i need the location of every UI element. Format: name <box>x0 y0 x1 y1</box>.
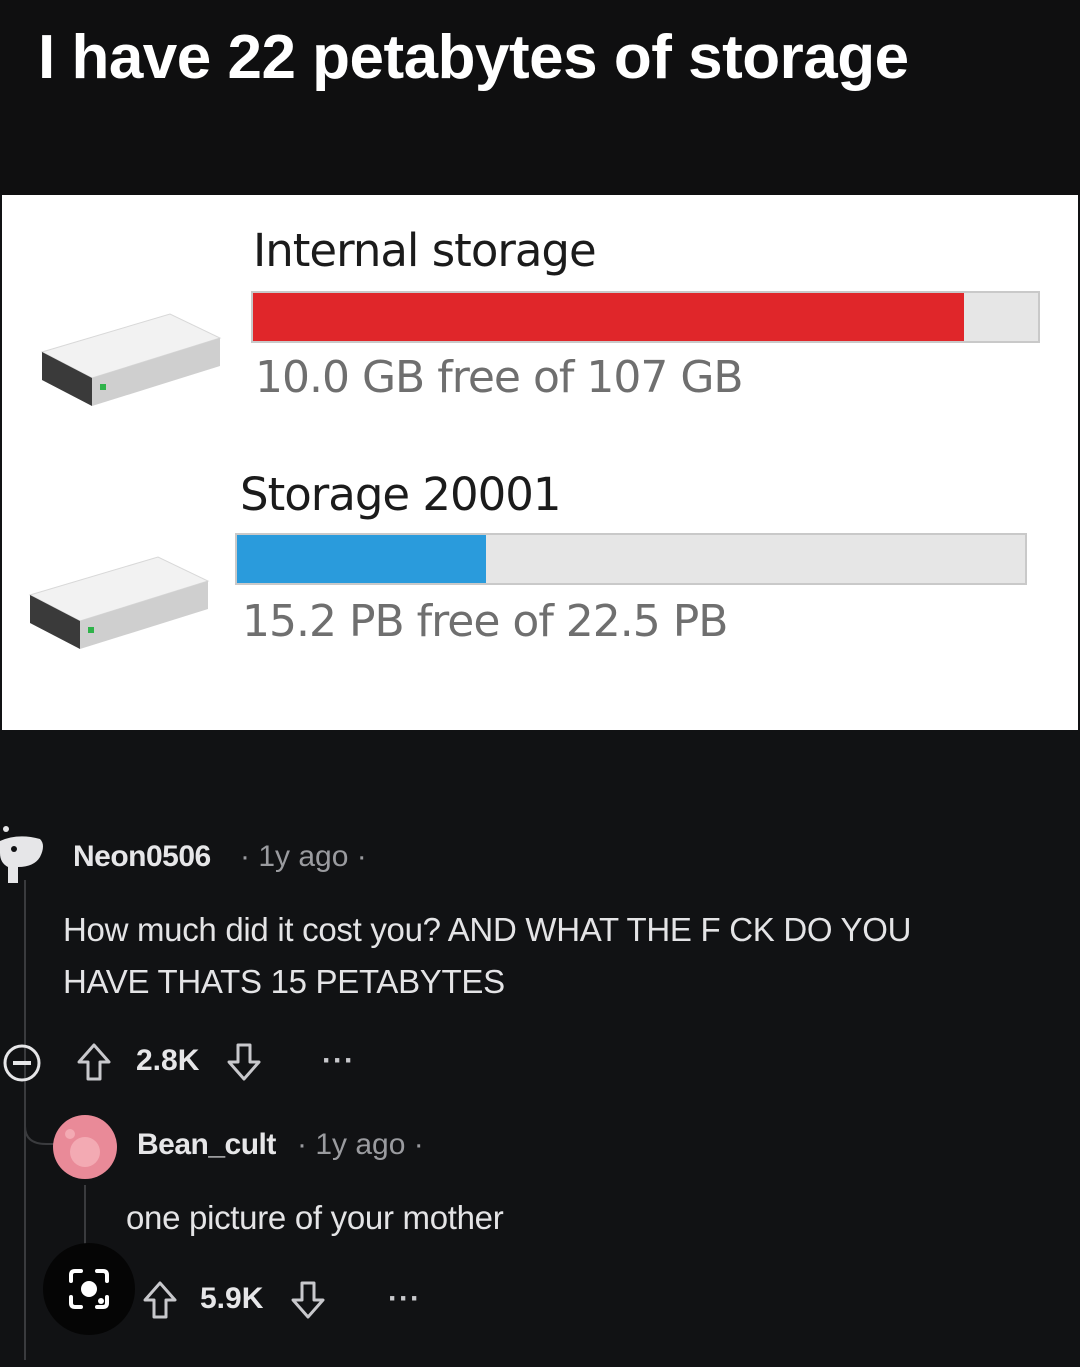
upvote-icon[interactable] <box>142 1280 178 1325</box>
user-avatar[interactable] <box>52 1114 118 1185</box>
post-title-bar: I have 22 petabytes of storage <box>0 0 1080 195</box>
storage-usage-bar <box>251 291 1040 343</box>
comment-timestamp: · 1y ago · <box>240 840 367 873</box>
drive-name: Storage 20001 <box>240 468 562 521</box>
drive-free-text: 10.0 GB free of 107 GB <box>255 352 744 403</box>
hard-drive-icon <box>28 555 210 656</box>
hard-drive-icon <box>40 312 222 413</box>
snoo-avatar-icon[interactable] <box>0 823 48 892</box>
comment-body: HAVE THATS 15 PETABYTES <box>63 963 505 1000</box>
comment-body: How much did it cost you? AND WHAT THE F… <box>63 911 912 948</box>
comment-username[interactable]: Neon0506 <box>73 840 211 874</box>
more-options-button[interactable]: ··· <box>322 1044 355 1078</box>
downvote-icon[interactable] <box>226 1042 262 1087</box>
comment-body: one picture of your mother <box>126 1199 504 1236</box>
downvote-icon[interactable] <box>290 1280 326 1325</box>
drive-name: Internal storage <box>253 224 597 277</box>
drive-free-text: 15.2 PB free of 22.5 PB <box>242 596 728 647</box>
vote-count: 5.9K <box>200 1282 264 1315</box>
storage-usage-fill <box>237 535 486 583</box>
storage-usage-bar <box>235 533 1027 585</box>
post-title: I have 22 petabytes of storage <box>38 23 909 92</box>
thread-line[interactable] <box>84 1185 86 1245</box>
vote-count: 2.8K <box>136 1044 200 1077</box>
collapse-thread-icon[interactable] <box>2 1043 42 1088</box>
comment-username[interactable]: Bean_cult <box>137 1128 276 1162</box>
upvote-icon[interactable] <box>76 1042 112 1087</box>
storage-usage-fill <box>253 293 965 341</box>
more-options-button[interactable]: ··· <box>388 1282 421 1316</box>
camera-lens-icon[interactable] <box>43 1243 135 1340</box>
comment-timestamp: · 1y ago · <box>297 1128 424 1161</box>
